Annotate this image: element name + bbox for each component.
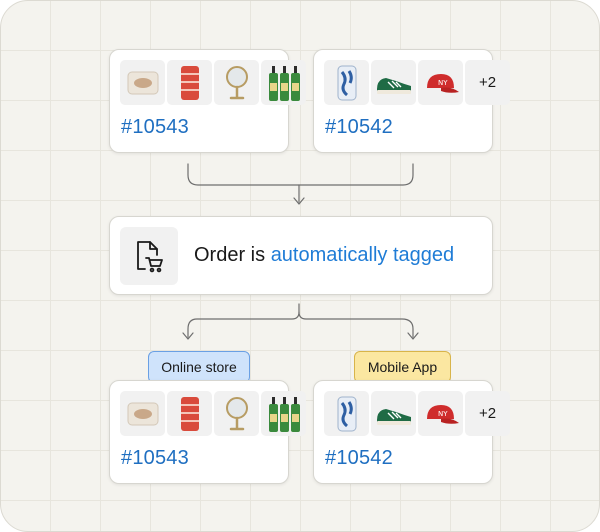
diagram-canvas: #10543 NY +2 #10542 Order is automatical… — [0, 0, 600, 532]
order-id[interactable]: #10543 — [121, 447, 189, 470]
merge-connector — [187, 163, 414, 186]
order-thumbnails: NY +2 — [324, 391, 510, 436]
more-items-count[interactable]: +2 — [465, 60, 510, 105]
red-towel-icon — [167, 391, 212, 436]
bottles-icon — [261, 60, 306, 105]
more-items-count[interactable]: +2 — [465, 391, 510, 436]
red-cap-icon: NY — [418, 60, 463, 105]
tag-online-store[interactable]: Online store — [148, 351, 250, 383]
cart-document-icon — [120, 227, 178, 285]
order-thumbnails — [120, 391, 306, 436]
order-id[interactable]: #10542 — [325, 116, 393, 139]
blue-phone-case-icon — [324, 391, 369, 436]
auto-tag-card: Order is automatically tagged — [109, 216, 493, 295]
red-towel-icon — [167, 60, 212, 105]
order-card-top-left[interactable]: #10543 — [109, 49, 306, 153]
order-id[interactable]: #10543 — [121, 116, 189, 139]
auto-tag-label: Order is automatically tagged — [194, 244, 454, 267]
svg-text:NY: NY — [438, 79, 448, 87]
green-sneaker-icon — [371, 60, 416, 105]
red-cap-icon: NY — [418, 391, 463, 436]
pillow-icon — [120, 391, 165, 436]
order-card-top-right[interactable]: NY +2 #10542 — [313, 49, 510, 153]
auto-tag-accent: automatically tagged — [270, 244, 455, 266]
order-card-bottom-right[interactable]: NY +2 #10542 — [313, 380, 510, 484]
green-sneaker-icon — [371, 391, 416, 436]
mirror-icon — [214, 391, 259, 436]
split-connector — [187, 303, 300, 338]
order-card-bottom-left[interactable]: #10543 — [109, 380, 306, 484]
split-connector-right — [298, 311, 414, 338]
order-thumbnails: NY +2 — [324, 60, 510, 105]
order-thumbnails — [120, 60, 306, 105]
svg-text:NY: NY — [438, 410, 448, 418]
pillow-icon — [120, 60, 165, 105]
order-id[interactable]: #10542 — [325, 447, 393, 470]
tag-mobile-app[interactable]: Mobile App — [354, 351, 451, 383]
mirror-icon — [214, 60, 259, 105]
blue-phone-case-icon — [324, 60, 369, 105]
bottles-icon — [261, 391, 306, 436]
auto-tag-prefix: Order is — [194, 244, 271, 266]
